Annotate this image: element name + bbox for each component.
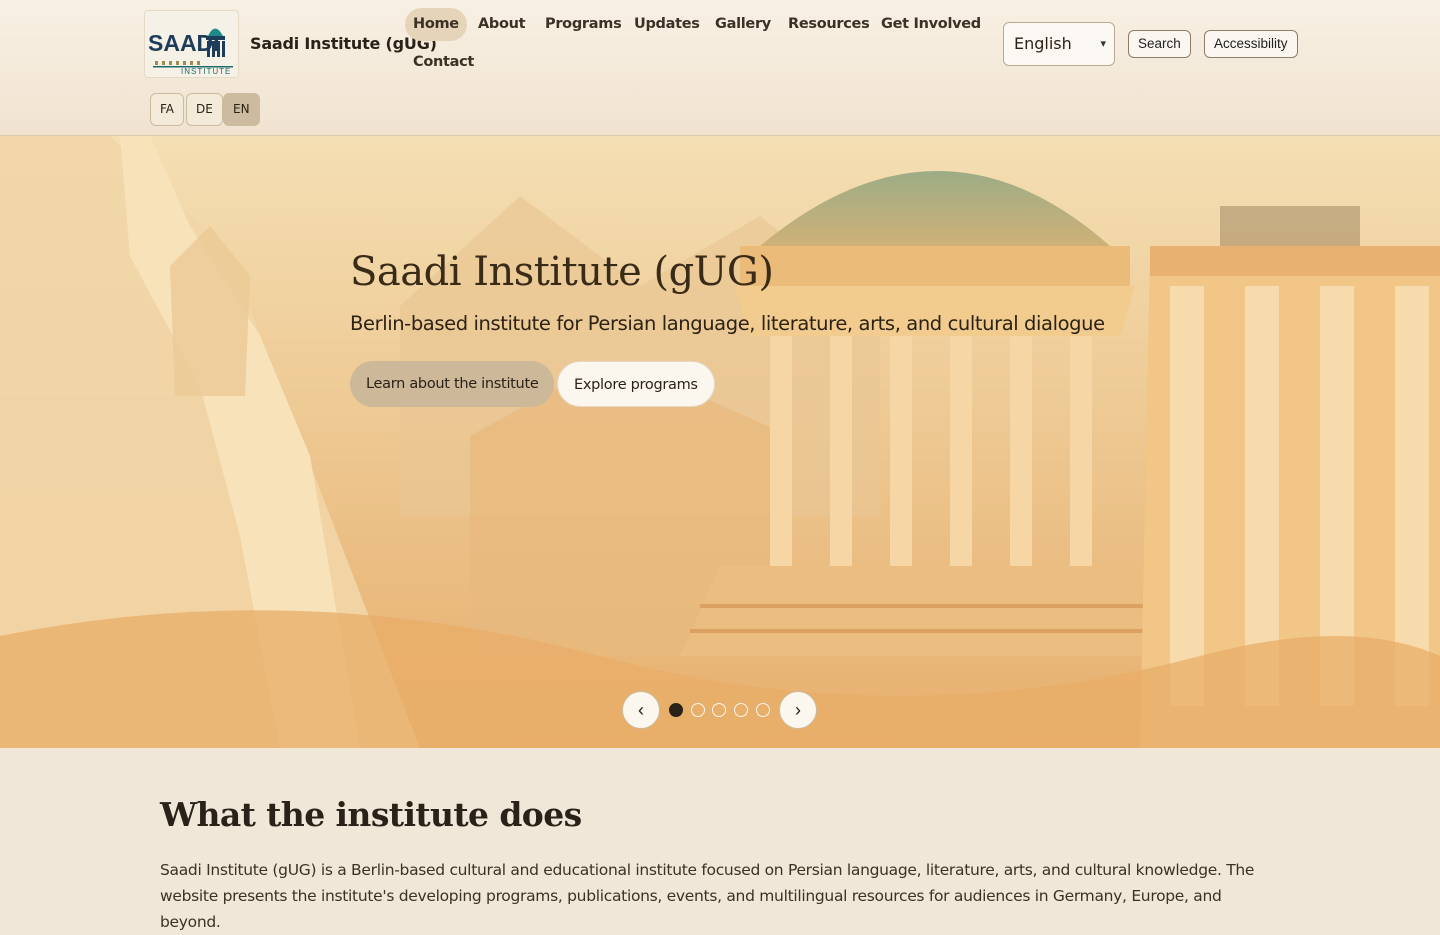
lang-switch-de[interactable]: DE xyxy=(186,93,223,126)
nav-programs[interactable]: Programs xyxy=(537,8,629,41)
nav-gallery[interactable]: Gallery xyxy=(707,8,779,41)
carousel-next-button[interactable]: › xyxy=(779,691,817,729)
logo-subtext: INSTITUTE xyxy=(181,67,231,76)
nav-home[interactable]: Home xyxy=(405,8,467,41)
section-body: Saadi Institute (gUG) is a Berlin-based … xyxy=(160,861,1255,931)
hero-carousel: Saadi Institute (gUG) Berlin-based insti… xyxy=(0,136,1440,748)
site-header: SAADI INSTITUTE Saadi Institute (gUG) Ho… xyxy=(0,0,1440,136)
hero-title: Saadi Institute (gUG) xyxy=(350,249,774,295)
language-select-value: English xyxy=(1014,34,1072,53)
carousel-dot-3[interactable] xyxy=(712,703,726,717)
lang-switch-en[interactable]: EN xyxy=(223,93,260,126)
carousel-dot-1[interactable] xyxy=(669,703,683,717)
carousel-dot-2[interactable] xyxy=(691,703,705,717)
carousel-dot-4[interactable] xyxy=(734,703,748,717)
nav-updates[interactable]: Updates xyxy=(626,8,708,41)
section-heading: What the institute does xyxy=(160,795,582,834)
chevron-down-icon: ▾ xyxy=(1100,37,1106,50)
nav-get-involved[interactable]: Get Involved xyxy=(873,8,989,41)
carousel-dot-5[interactable] xyxy=(756,703,770,717)
accessibility-button[interactable]: Accessibility xyxy=(1204,30,1298,58)
nav-resources[interactable]: Resources xyxy=(780,8,877,41)
explore-programs-button[interactable]: Explore programs xyxy=(557,361,715,407)
nav-about[interactable]: About xyxy=(470,8,533,41)
hero-subtitle: Berlin-based institute for Persian langu… xyxy=(350,312,1105,335)
search-button[interactable]: Search xyxy=(1128,30,1191,58)
lang-switch-fa[interactable]: FA xyxy=(150,93,185,126)
saadi-logo-icon: SAADI INSTITUTE xyxy=(148,28,233,76)
nav-contact[interactable]: Contact xyxy=(405,46,482,79)
site-logo[interactable]: SAADI INSTITUTE xyxy=(144,10,239,78)
carousel-prev-button[interactable]: ‹ xyxy=(622,691,660,729)
learn-about-institute-button[interactable]: Learn about the institute xyxy=(350,361,555,407)
chevron-right-icon: › xyxy=(795,700,801,720)
chevron-left-icon: ‹ xyxy=(638,700,644,720)
language-select[interactable]: English ▾ xyxy=(1003,22,1115,66)
hero-illustration xyxy=(0,136,1440,748)
